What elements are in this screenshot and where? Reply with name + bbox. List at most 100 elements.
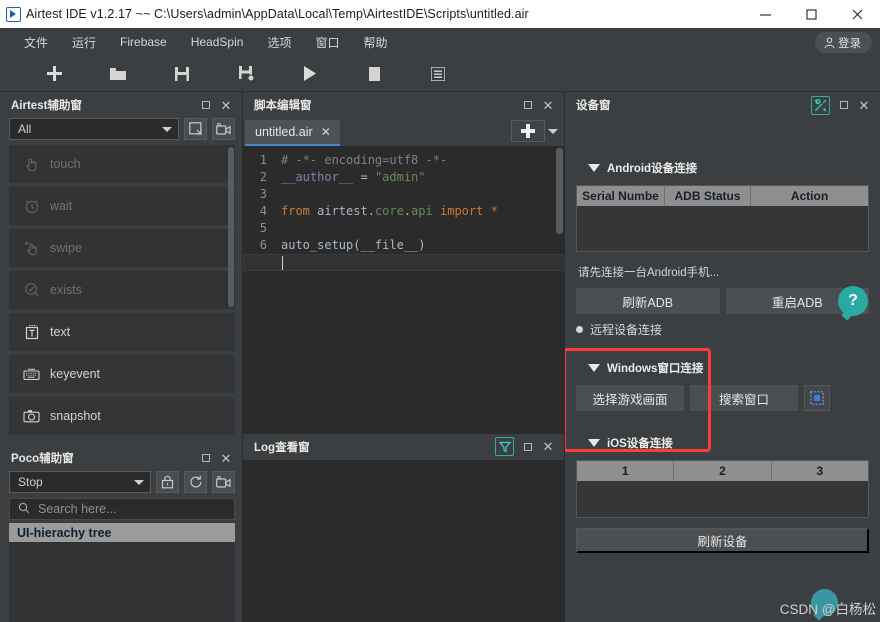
restore-icon[interactable] bbox=[196, 95, 216, 115]
column-serial-number[interactable]: Serial Numbe bbox=[577, 186, 665, 206]
action-label: exists bbox=[50, 283, 82, 297]
menu-item-headspin[interactable]: HeadSpin bbox=[179, 31, 256, 53]
action-touch[interactable]: touch bbox=[9, 145, 235, 183]
open-script-button[interactable] bbox=[86, 59, 150, 89]
editor-scrollbar[interactable] bbox=[556, 148, 563, 234]
hand-swipe-icon bbox=[23, 240, 40, 257]
action-text[interactable]: text bbox=[9, 313, 235, 351]
window-controls bbox=[742, 0, 880, 28]
action-exists[interactable]: exists bbox=[9, 271, 235, 309]
remote-device-option[interactable]: 远程设备连接 bbox=[576, 321, 869, 338]
action-wait[interactable]: wait bbox=[9, 187, 235, 225]
restore-icon[interactable] bbox=[518, 95, 538, 115]
windows-section-header[interactable]: Windows窗口连接 bbox=[588, 360, 869, 376]
windows-button-row: 选择游戏画面 搜索窗口 bbox=[576, 385, 869, 411]
add-tab-button[interactable] bbox=[511, 120, 545, 142]
code-token: airtest. bbox=[309, 204, 375, 218]
refresh-devices-button[interactable]: 刷新设备 bbox=[576, 528, 869, 553]
close-button[interactable] bbox=[834, 0, 880, 28]
chevron-down-icon[interactable] bbox=[548, 128, 558, 134]
video-camera-icon[interactable] bbox=[212, 471, 235, 493]
poco-tree-root-item[interactable]: UI-hierachy tree bbox=[9, 523, 235, 542]
run-button[interactable] bbox=[278, 59, 342, 89]
action-keyevent[interactable]: keyevent bbox=[9, 355, 235, 393]
report-button[interactable] bbox=[406, 59, 470, 89]
center-column: 脚本编辑窗 ✕ untitled.air ✕ 1 2 3 4 5 6 # -*-… bbox=[243, 92, 565, 622]
close-icon[interactable]: ✕ bbox=[216, 95, 236, 115]
screenshot-icon[interactable] bbox=[184, 118, 207, 140]
log-panel-title: Log查看窗 bbox=[254, 441, 310, 454]
line-number: 5 bbox=[259, 221, 267, 235]
code-token: core bbox=[374, 204, 404, 218]
poco-search-input[interactable]: Search here... bbox=[9, 498, 235, 520]
refresh-adb-button[interactable]: 刷新ADB bbox=[576, 288, 720, 314]
restore-icon[interactable] bbox=[196, 448, 216, 468]
code-token: import bbox=[440, 204, 484, 218]
save-as-button[interactable] bbox=[214, 59, 278, 89]
stop-button[interactable] bbox=[342, 59, 406, 89]
save-icon bbox=[175, 66, 189, 81]
select-game-screen-button[interactable]: 选择游戏画面 bbox=[576, 385, 684, 411]
editor-tab-untitled[interactable]: untitled.air ✕ bbox=[245, 120, 340, 146]
column-1[interactable]: 1 bbox=[577, 461, 675, 481]
android-section-header[interactable]: Android设备连接 bbox=[588, 160, 869, 176]
column-adb-status[interactable]: ADB Status bbox=[665, 186, 751, 206]
selection-target-icon[interactable] bbox=[804, 385, 830, 411]
menu-item-run[interactable]: 运行 bbox=[60, 30, 108, 55]
action-snapshot[interactable]: snapshot bbox=[9, 397, 235, 435]
ios-section-header[interactable]: iOS设备连接 bbox=[588, 435, 869, 451]
close-icon[interactable]: ✕ bbox=[538, 437, 558, 457]
code-line bbox=[243, 254, 564, 271]
lock-icon[interactable] bbox=[156, 471, 179, 493]
menu-item-file[interactable]: 文件 bbox=[12, 30, 60, 55]
search-window-button[interactable]: 搜索窗口 bbox=[690, 385, 798, 411]
menu-item-window[interactable]: 窗口 bbox=[303, 30, 351, 55]
menu-item-help[interactable]: 帮助 bbox=[351, 30, 399, 55]
folder-icon bbox=[110, 67, 126, 81]
airtest-ide-window: Airtest IDE v1.2.17 ~~ C:\Users\admin\Ap… bbox=[0, 0, 880, 622]
search-icon bbox=[18, 502, 30, 517]
login-button[interactable]: 登录 bbox=[815, 32, 872, 53]
close-icon[interactable]: ✕ bbox=[216, 448, 236, 468]
menu-bar: 文件 运行 Firebase HeadSpin 选项 窗口 帮助 登录 bbox=[0, 28, 880, 56]
minimize-button[interactable] bbox=[742, 0, 788, 28]
help-bubble-icon[interactable]: ? bbox=[838, 286, 868, 316]
action-swipe[interactable]: swipe bbox=[9, 229, 235, 267]
close-icon[interactable]: ✕ bbox=[538, 95, 558, 115]
column-action[interactable]: Action bbox=[751, 186, 868, 206]
clock-icon bbox=[23, 198, 40, 215]
refresh-icon[interactable] bbox=[184, 471, 207, 493]
code-editor[interactable]: 1 2 3 4 5 6 7 # -*- encoding=utf8 -*- __a… bbox=[243, 146, 564, 434]
restore-icon[interactable] bbox=[518, 437, 538, 457]
magnifier-check-icon bbox=[23, 282, 40, 299]
video-camera-icon[interactable] bbox=[212, 118, 235, 140]
close-icon[interactable]: ✕ bbox=[321, 125, 331, 139]
airtest-filter-select[interactable]: All bbox=[9, 118, 179, 140]
android-device-table: Serial Numbe ADB Status Action bbox=[576, 185, 869, 252]
app-logo-icon bbox=[0, 0, 26, 28]
column-2[interactable]: 2 bbox=[674, 461, 772, 481]
restore-icon[interactable] bbox=[834, 95, 854, 115]
close-icon[interactable]: ✕ bbox=[854, 95, 874, 115]
maximize-button[interactable] bbox=[788, 0, 834, 28]
script-panel-title: 脚本编辑窗 bbox=[254, 100, 312, 112]
funnel-filter-icon[interactable] bbox=[495, 437, 514, 456]
hand-touch-icon bbox=[23, 156, 40, 173]
menu-item-options[interactable]: 选项 bbox=[255, 30, 303, 55]
poco-panel-header: Poco辅助窗 ✕ bbox=[0, 445, 242, 471]
code-token: # -*- encoding=utf8 -*- bbox=[281, 153, 448, 167]
code-text[interactable]: # -*- encoding=utf8 -*- __author__ = "adm… bbox=[243, 146, 564, 434]
airtest-panel-title: Airtest辅助窗 bbox=[11, 100, 82, 112]
editor-tab-label: untitled.air bbox=[255, 125, 313, 139]
main-toolbar bbox=[0, 56, 880, 92]
menu-item-firebase[interactable]: Firebase bbox=[108, 31, 179, 53]
airtest-action-list: touch wait swipe exists text keyevent sn… bbox=[0, 145, 242, 439]
save-button[interactable] bbox=[150, 59, 214, 89]
poco-mode-select[interactable]: Stop bbox=[9, 471, 151, 493]
column-3[interactable]: 3 bbox=[771, 461, 868, 481]
hammer-wrench-icon[interactable] bbox=[811, 95, 830, 115]
airtest-list-scrollbar[interactable] bbox=[228, 147, 234, 307]
new-script-button[interactable] bbox=[22, 59, 86, 89]
